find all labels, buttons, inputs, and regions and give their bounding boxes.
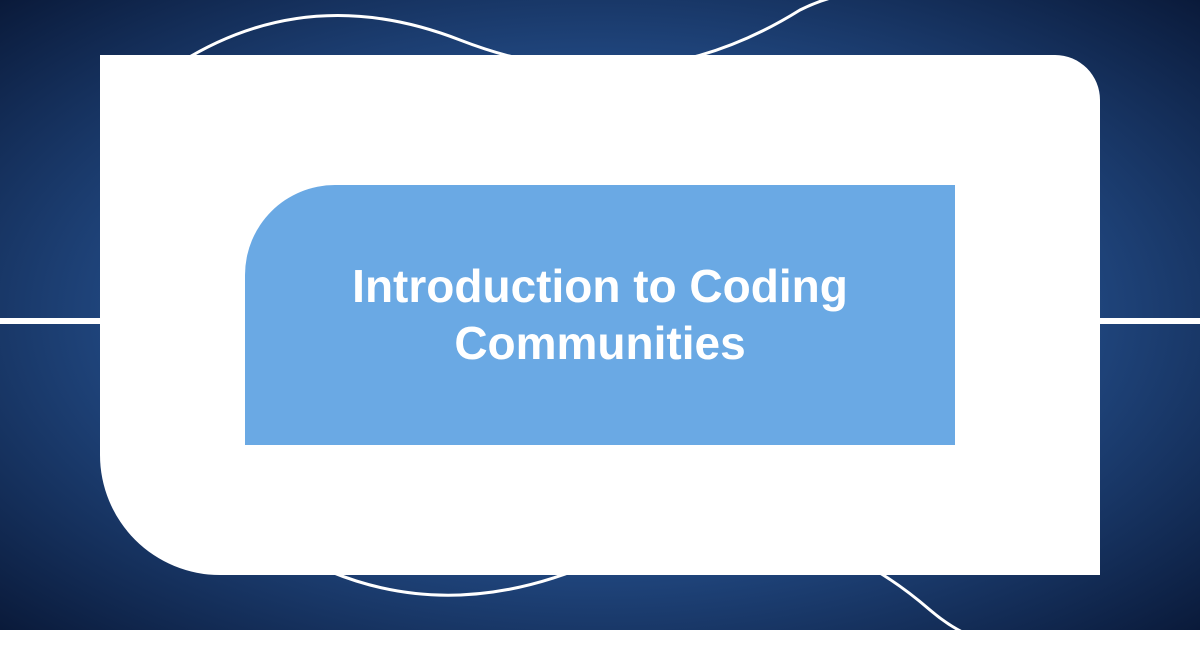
title-container: Introduction to Coding Communities: [245, 185, 955, 445]
page-title: Introduction to Coding Communities: [295, 258, 905, 373]
